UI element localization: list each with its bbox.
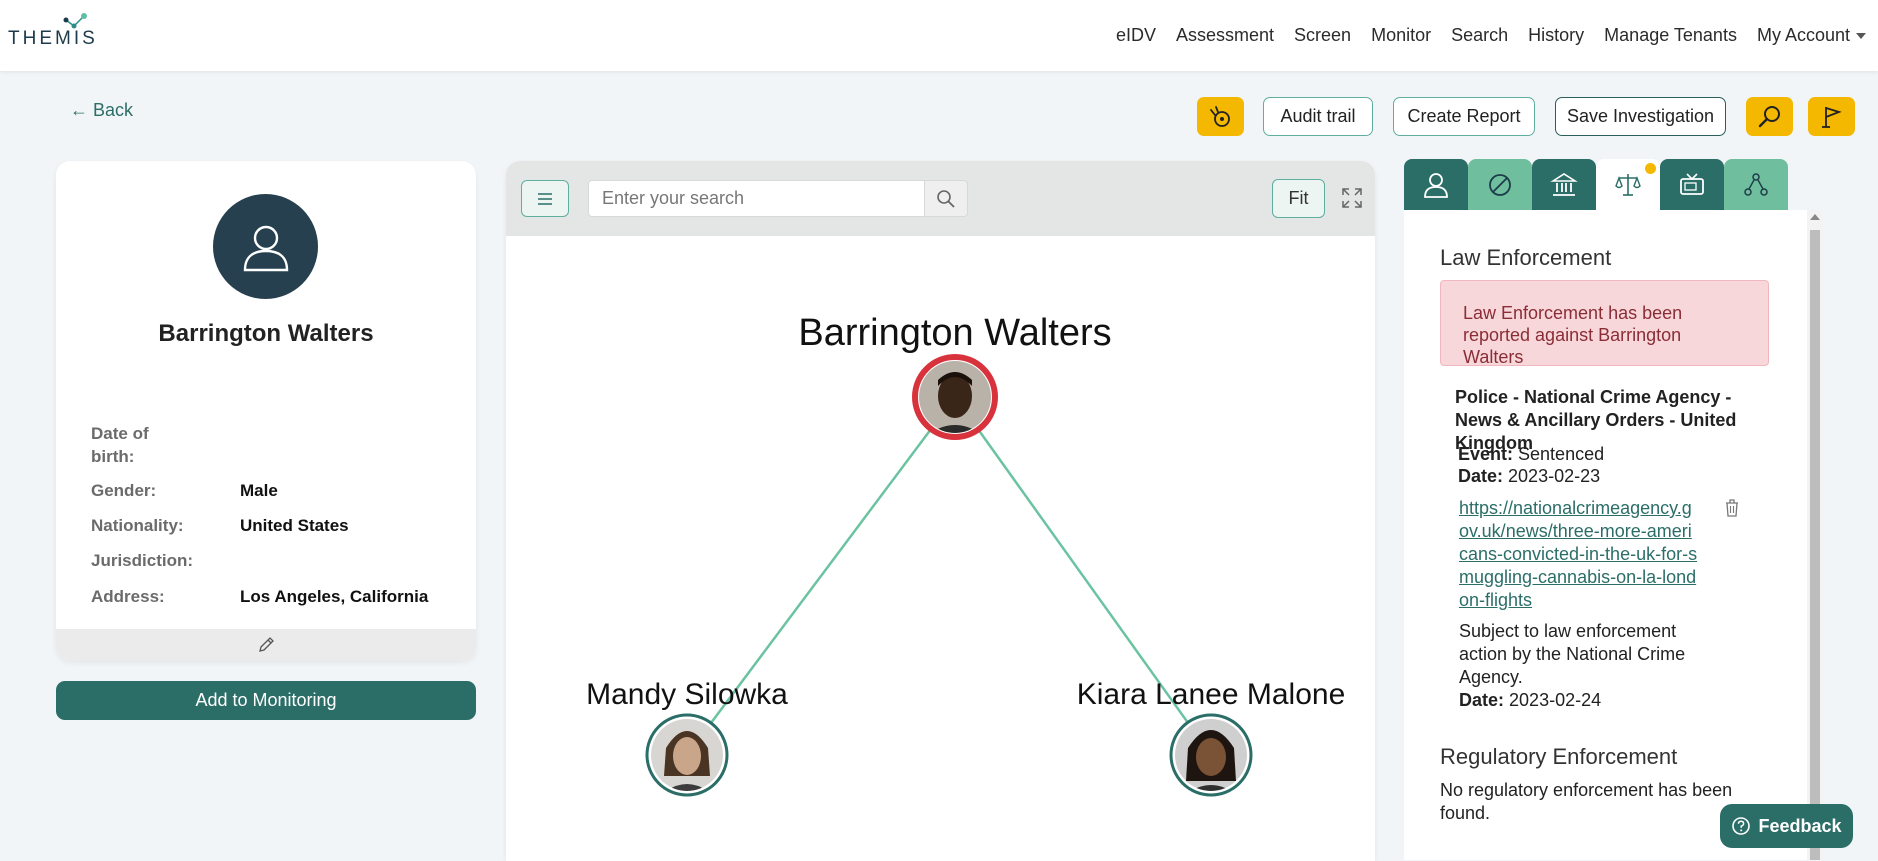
themis-logo[interactable]: THEMIS — [8, 28, 98, 50]
whistle-button[interactable] — [1197, 97, 1244, 136]
scroll-up-icon[interactable] — [1810, 214, 1820, 220]
gender-value: Male — [240, 481, 278, 500]
nav-manage-tenants[interactable]: Manage Tenants — [1604, 25, 1737, 46]
nav-my-account[interactable]: My Account — [1757, 25, 1866, 46]
network-graph-panel: Fit Barrington Walters — [506, 161, 1375, 861]
nationality-value: United States — [240, 516, 349, 535]
date2-line: Date: 2023-02-24 — [1459, 690, 1601, 711]
details-scrollbar[interactable] — [1807, 210, 1823, 860]
my-account-label: My Account — [1756, 25, 1850, 45]
save-investigation-button[interactable]: Save Investigation — [1555, 97, 1726, 136]
nav-screen[interactable]: Screen — [1294, 25, 1351, 46]
tab-network[interactable] — [1724, 159, 1788, 210]
ban-icon — [1489, 173, 1511, 196]
nationality-label: Nationality: — [91, 516, 184, 535]
search-toolbar-button[interactable] — [1746, 97, 1793, 136]
profile-card: Barrington Walters Date of birth: Gender… — [56, 161, 476, 661]
source-link[interactable]: https://nationalcrimeagency.gov.uk/news/… — [1459, 497, 1699, 612]
nav-eidv[interactable]: eIDV — [1116, 25, 1156, 46]
graph-search-button[interactable] — [924, 180, 968, 217]
chevron-down-icon — [1856, 33, 1866, 40]
date-line: Date: 2023-02-23 — [1458, 466, 1600, 487]
create-report-button[interactable]: Create Report — [1393, 97, 1535, 136]
date-value: 2023-02-23 — [1508, 466, 1601, 486]
tab-law-enforcement[interactable] — [1596, 159, 1660, 210]
top-navigation: THEMIS eIDV Assessment Screen Monitor Se… — [0, 0, 1878, 71]
law-enforcement-alert: Law Enforcement has been reported agains… — [1440, 280, 1769, 367]
graph-node-subject[interactable]: Barrington Walters — [798, 312, 1112, 440]
whistle-icon — [1209, 105, 1230, 127]
feedback-label: Feedback — [1758, 815, 1842, 836]
main-nav: eIDV Assessment Screen Monitor Search Hi… — [1116, 0, 1866, 71]
bank-icon — [1550, 172, 1578, 196]
network-graph[interactable]: Barrington Walters Mandy Silowka Kiara L… — [506, 236, 1375, 861]
notification-dot — [1645, 163, 1656, 174]
edit-profile-button[interactable] — [56, 629, 476, 661]
date2-label: Date: — [1459, 690, 1505, 710]
expand-icon — [1342, 188, 1362, 208]
jurisdiction-label: Jurisdiction: — [91, 551, 194, 570]
person-icon — [1424, 172, 1448, 198]
fullscreen-button[interactable] — [1338, 184, 1366, 212]
tab-pep[interactable] — [1532, 159, 1596, 210]
gender-label: Gender: — [91, 481, 157, 500]
nav-monitor[interactable]: Monitor — [1371, 25, 1431, 46]
node-label: Barrington Walters — [798, 312, 1111, 354]
tv-icon — [1680, 172, 1704, 195]
graph-menu-button[interactable] — [521, 180, 569, 217]
tab-media[interactable] — [1660, 159, 1724, 210]
logo-mark-icon — [63, 13, 87, 29]
audit-trail-button[interactable]: Audit trail — [1263, 97, 1373, 136]
scroll-thumb[interactable] — [1810, 230, 1820, 860]
tab-sanctions[interactable] — [1468, 159, 1532, 210]
help-icon — [1732, 817, 1751, 835]
regulatory-enforcement-title: Regulatory Enforcement — [1440, 744, 1678, 769]
tab-profile[interactable] — [1404, 159, 1468, 210]
nav-history[interactable]: History — [1528, 25, 1584, 46]
node-label: Mandy Silowka — [586, 678, 788, 711]
graph-node-associate[interactable]: Mandy Silowka — [586, 678, 788, 797]
pencil-icon — [259, 637, 274, 652]
event-line: Event: Sentenced — [1458, 444, 1604, 465]
address-value: Los Angeles, California — [240, 587, 429, 606]
regulatory-enforcement-text: No regulatory enforcement has been found… — [1440, 780, 1733, 823]
nav-search[interactable]: Search — [1451, 25, 1508, 46]
flag-icon — [1821, 106, 1842, 128]
category-tabs — [1404, 159, 1788, 210]
address-label: Address: — [91, 587, 165, 606]
fit-button[interactable]: Fit — [1272, 179, 1325, 218]
avatar — [213, 194, 318, 299]
search-icon — [1758, 105, 1780, 127]
graph-toolbar: Fit — [506, 161, 1375, 236]
graph-search-input[interactable] — [588, 180, 928, 217]
trash-icon[interactable] — [1724, 498, 1740, 518]
scales-icon — [1615, 173, 1641, 196]
law-enforcement-title: Law Enforcement — [1440, 245, 1612, 270]
hamburger-icon — [538, 192, 552, 205]
dob-label: Date of birth: — [91, 424, 149, 466]
back-link[interactable]: ← Back — [70, 100, 133, 121]
event-label: Event: — [1458, 444, 1514, 464]
feedback-button[interactable]: Feedback — [1720, 804, 1853, 848]
graph-node-associate[interactable]: Kiara Lanee Malone — [1077, 678, 1346, 797]
network-icon — [1744, 172, 1768, 196]
add-to-monitoring-button[interactable]: Add to Monitoring — [56, 681, 476, 720]
user-icon — [243, 225, 288, 271]
nav-assessment[interactable]: Assessment — [1176, 25, 1274, 46]
date-label: Date: — [1458, 466, 1504, 486]
profile-name: Barrington Walters — [158, 320, 374, 347]
entry-description: Subject to law enforcement action by the… — [1459, 621, 1686, 687]
date2-value: 2023-02-24 — [1509, 690, 1602, 710]
event-value: Sentenced — [1518, 444, 1605, 464]
flag-button[interactable] — [1808, 97, 1855, 136]
node-label: Kiara Lanee Malone — [1077, 678, 1346, 711]
search-icon — [937, 189, 955, 208]
